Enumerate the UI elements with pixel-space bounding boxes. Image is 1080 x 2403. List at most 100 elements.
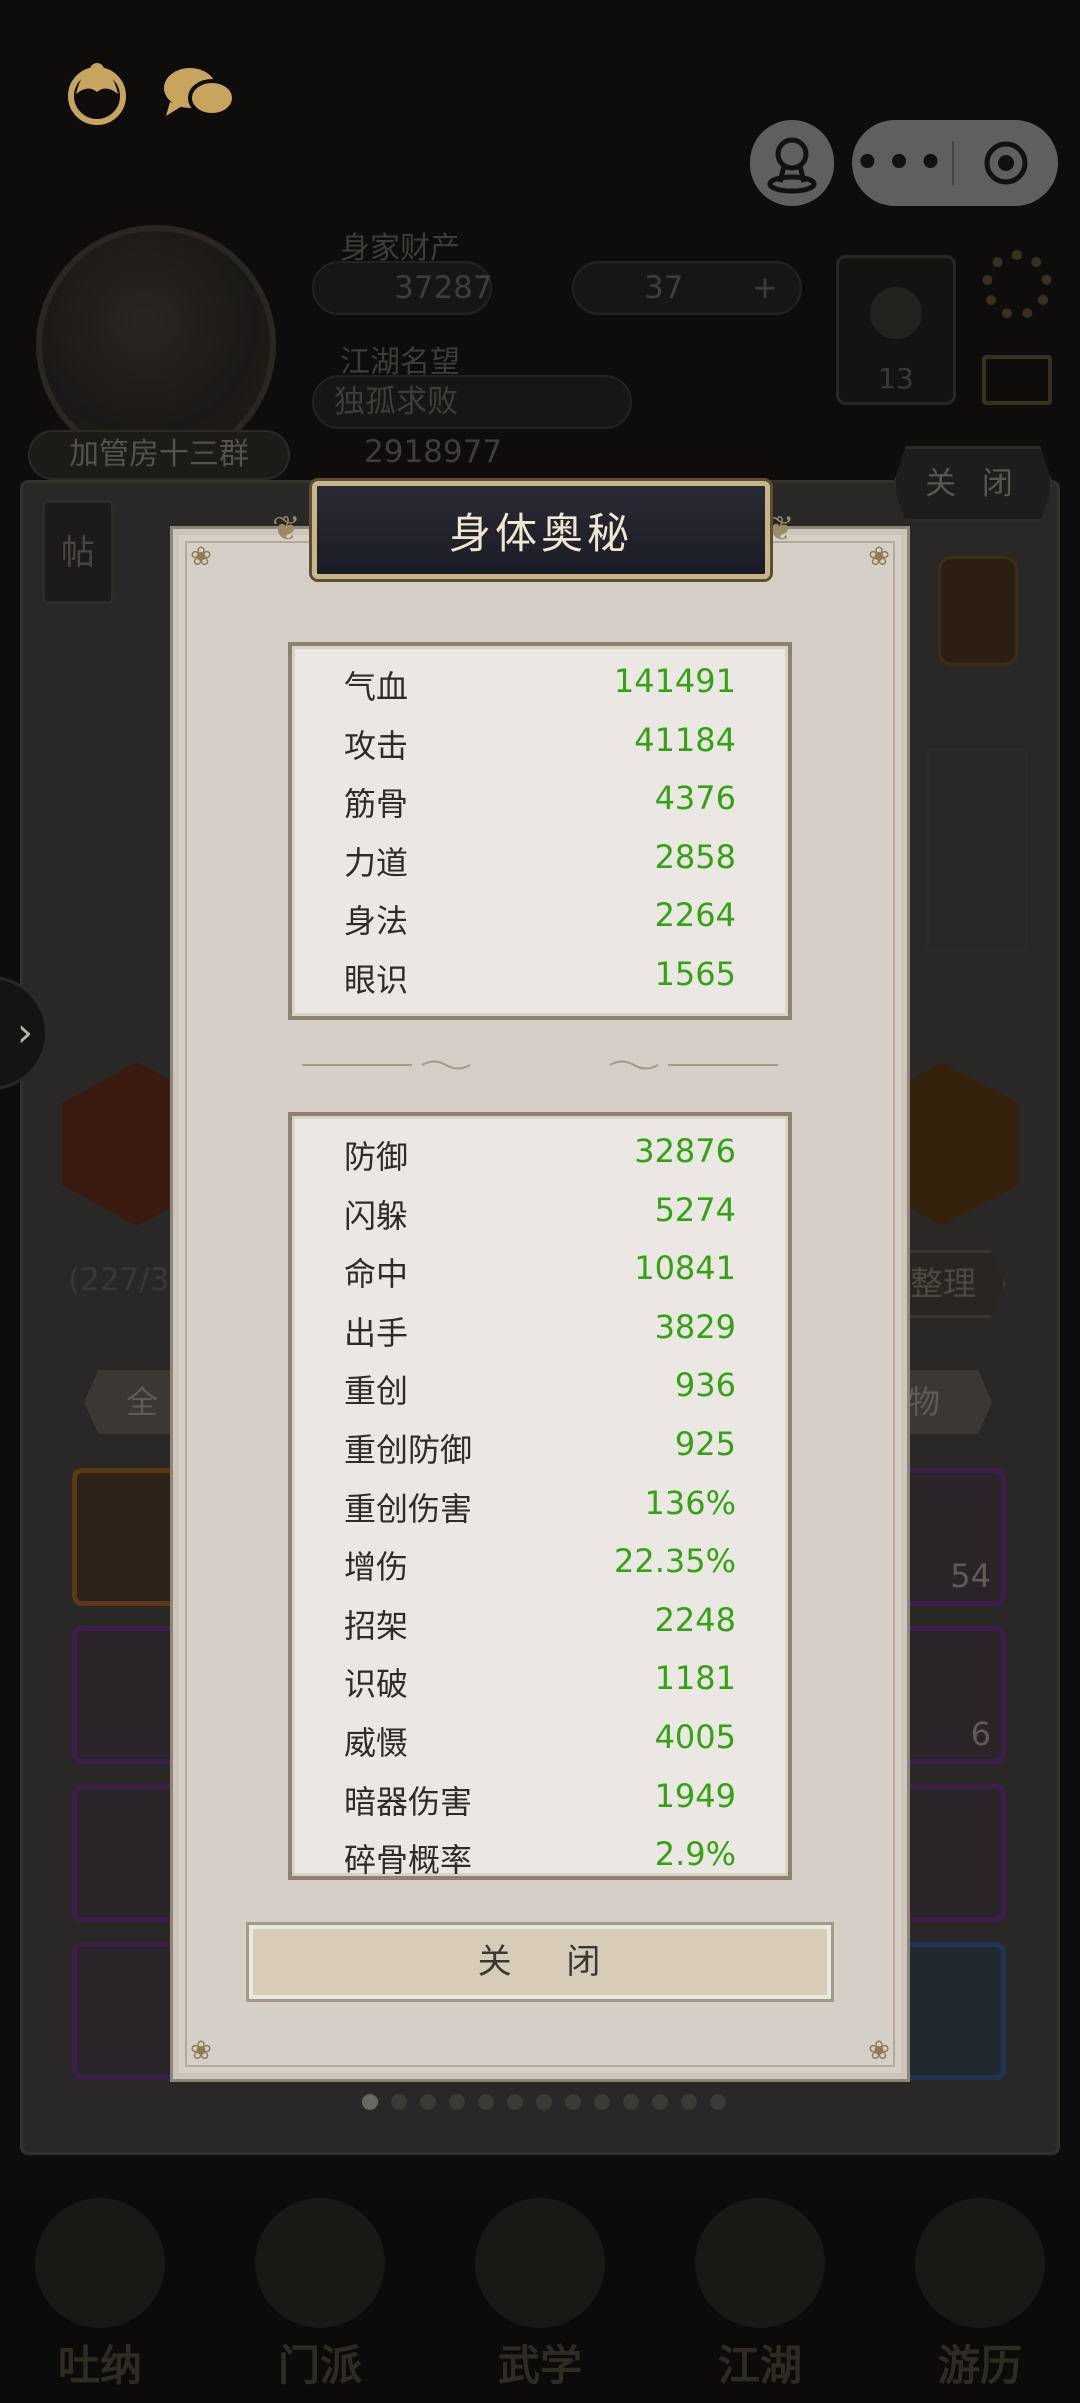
stat-value: 4005 [654, 1718, 736, 1756]
stat-name: 攻击 [344, 726, 409, 765]
item-count: 54 [950, 1557, 991, 1595]
stat-name: 重创伤害 [344, 1489, 473, 1528]
panel-close-button[interactable]: 关 闭 [893, 446, 1053, 522]
settings-gear-icon[interactable] [982, 250, 1052, 320]
stat-row: 招架 2248 [292, 1597, 788, 1655]
stat-row: 命中 10841 [292, 1245, 788, 1303]
stat-value: 1949 [654, 1776, 736, 1815]
dialog-close-button[interactable]: 关 闭 [246, 1922, 834, 2002]
nav-label: 吐纳 [57, 2341, 142, 2390]
title-ornament-right-icon: ❦ [766, 509, 795, 549]
stat-name: 防御 [344, 1138, 409, 1176]
mail-icon[interactable] [982, 355, 1052, 405]
stat-row: 身法 2264 [292, 892, 788, 950]
page-dot[interactable] [420, 2094, 436, 2110]
player-title: 独孤求败 [334, 384, 458, 420]
stat-value: 3829 [654, 1307, 736, 1346]
page-dot[interactable] [449, 2094, 465, 2110]
page-indicator [362, 2094, 726, 2110]
dialog-title-plate: 身体奥秘 [312, 481, 770, 579]
stat-row: 气血 141491 [292, 658, 788, 716]
corner-ornament-icon: ❀ [190, 542, 212, 572]
nav-breathing[interactable]: 吐纳 [30, 2198, 170, 2393]
stat-name: 暗器伤害 [344, 1782, 473, 1821]
more-menu-icon[interactable]: ••• [852, 120, 952, 206]
avatar-face-icon[interactable] [62, 58, 132, 128]
stat-value: 2264 [654, 896, 736, 935]
nav-travel[interactable]: 游历 [910, 2198, 1050, 2393]
stat-row: 识破 1181 [292, 1655, 788, 1713]
top-bar: ••• [0, 0, 1080, 220]
game-center-button[interactable] [750, 120, 834, 206]
stat-name: 力道 [344, 843, 409, 882]
page-dot[interactable] [362, 2094, 378, 2110]
chat-bubbles-icon[interactable] [160, 58, 236, 128]
silver-value: 37287 [312, 261, 493, 315]
page-dot[interactable] [536, 2094, 552, 2110]
nav-martial-arts[interactable]: 武学 [470, 2198, 610, 2393]
page-dot[interactable] [710, 2094, 726, 2110]
stat-row: 闪躲 5274 [292, 1187, 788, 1245]
corner-ornament-icon: ❀ [868, 2036, 890, 2066]
stat-row: 重创伤害 136% [292, 1480, 788, 1538]
stat-name: 重创 [344, 1372, 409, 1411]
stat-value: 2248 [654, 1600, 736, 1639]
page-dot[interactable] [507, 2094, 523, 2110]
add-ingot-button[interactable]: + [752, 263, 778, 313]
stat-row: 出手 3829 [292, 1304, 788, 1362]
nav-jianghu[interactable]: 江湖 [690, 2198, 830, 2393]
dialog-title: 身体奥秘 [448, 508, 633, 558]
secondary-stats-box[interactable]: 防御 32876 闪躲 5274 命中 10841 出手 3829 重创 936 重创防御 925 重创… [288, 1112, 792, 1880]
stat-name: 出手 [344, 1313, 409, 1352]
page-dot[interactable] [391, 2094, 407, 2110]
stat-name: 命中 [344, 1255, 409, 1294]
stat-row: 眼识 1565 [292, 951, 788, 1009]
stat-name: 碎骨概率 [344, 1841, 473, 1880]
page-dot[interactable] [652, 2094, 668, 2110]
bottom-nav: 吐纳 门派 武学 江湖 游历 [0, 2198, 1080, 2403]
nav-label: 游历 [937, 2341, 1022, 2390]
stat-name: 筋骨 [344, 785, 409, 824]
stat-name: 招架 [344, 1606, 409, 1645]
page-dot[interactable] [594, 2094, 610, 2110]
stat-value: 136% [644, 1483, 736, 1522]
nav-sect[interactable]: 门派 [250, 2198, 390, 2393]
stat-name: 身法 [344, 902, 409, 941]
stat-value: 141491 [613, 662, 736, 700]
stat-name: 闪躲 [344, 1196, 409, 1235]
stat-row: 筋骨 4376 [292, 775, 788, 833]
page-dot[interactable] [681, 2094, 697, 2110]
nav-label: 门派 [277, 2341, 362, 2390]
stat-name: 眼识 [344, 961, 409, 999]
player-avatar[interactable] [36, 225, 276, 465]
guild-name[interactable]: 加管房十三群 [28, 430, 290, 480]
primary-stats-box: 气血 141491 攻击 41184 筋骨 4376 力道 2858 身法 2264 眼识 1565 [288, 642, 792, 1020]
stat-value: 10841 [634, 1249, 736, 1288]
reputation-value: 2918977 [364, 434, 503, 470]
stat-row: 力道 2858 [292, 834, 788, 892]
stat-name: 威慑 [344, 1724, 409, 1762]
lantern-icon[interactable] [938, 556, 1018, 666]
page-dot[interactable] [565, 2094, 581, 2110]
mini-program-capsule: ••• [852, 120, 1058, 206]
stat-value: 925 [674, 1425, 736, 1463]
section-divider [302, 1060, 778, 1070]
stat-row: 重创防御 925 [292, 1421, 788, 1479]
stat-value: 936 [674, 1366, 736, 1405]
stat-row: 防御 32876 [292, 1128, 788, 1186]
item-count: 6 [970, 1715, 991, 1753]
yin-yang-badge[interactable]: 13 [836, 255, 956, 405]
page-dot[interactable] [478, 2094, 494, 2110]
stat-name: 识破 [344, 1665, 409, 1704]
side-slot[interactable] [926, 748, 1028, 952]
stat-name: 气血 [344, 668, 409, 706]
stat-row: 增伤 22.35% [292, 1538, 788, 1596]
page-dot[interactable] [623, 2094, 639, 2110]
exit-target-icon[interactable] [954, 140, 1058, 186]
stat-row: 暗器伤害 1949 [292, 1773, 788, 1831]
stat-row: 重创 936 [292, 1362, 788, 1420]
stat-value: 41184 [634, 720, 736, 759]
stat-value: 1565 [654, 955, 736, 993]
ingot-count: 37 [644, 270, 684, 306]
invite-tag-icon[interactable]: 帖 [42, 500, 114, 604]
